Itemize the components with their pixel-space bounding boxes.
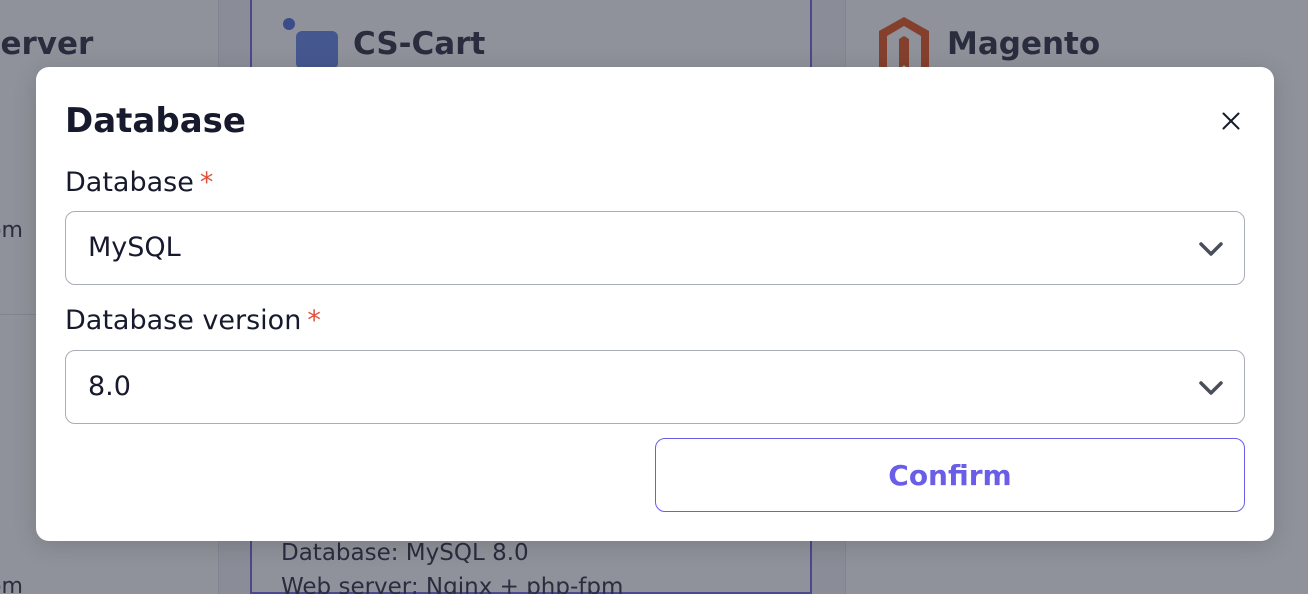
database-select-value: MySQL [88,232,181,263]
close-button[interactable] [1216,106,1246,136]
chevron-down-icon [1199,381,1223,395]
database-version-select-value: 8.0 [88,371,131,402]
required-mark: * [199,167,214,198]
database-version-field-label: Database version * [65,304,321,338]
chevron-down-icon [1199,242,1223,256]
database-dialog: Database Database * MySQL Database versio… [36,67,1274,541]
database-label-text: Database [65,167,194,198]
dialog-title: Database [65,101,246,141]
required-mark: * [307,305,321,336]
database-version-select[interactable]: 8.0 [65,350,1245,424]
database-field-label: Database * [65,166,213,200]
database-select[interactable]: MySQL [65,211,1245,285]
confirm-button[interactable]: Confirm [655,438,1245,512]
database-version-label-text: Database version [65,305,302,336]
close-icon [1222,112,1240,130]
